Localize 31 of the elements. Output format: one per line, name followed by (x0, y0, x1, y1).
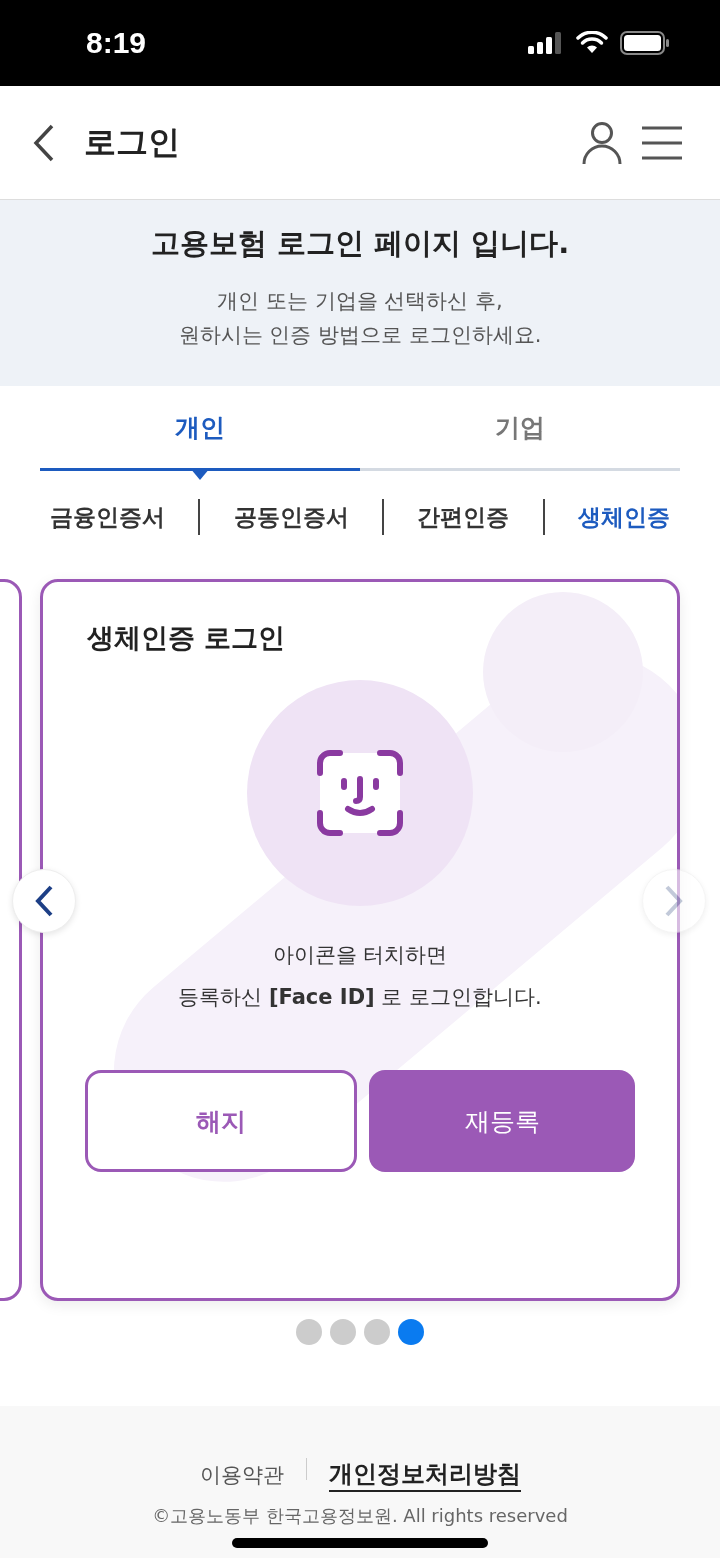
re-register-button[interactable]: 재등록 (369, 1070, 635, 1172)
menu-icon[interactable] (642, 125, 682, 160)
tab-pointer-icon (190, 468, 210, 480)
user-icon[interactable] (582, 120, 622, 165)
footer-link[interactable]: 개인정보처리방침 (328, 1458, 521, 1492)
wifi-icon (576, 31, 608, 55)
chevron-right-icon (664, 885, 684, 917)
sub-tab[interactable]: 간편인증 (407, 501, 520, 533)
page-dot[interactable] (296, 1319, 322, 1345)
chevron-left-icon (34, 885, 54, 917)
page-title: 로그인 (84, 121, 181, 163)
battery-icon (620, 31, 670, 55)
tab[interactable]: 개인 (40, 386, 360, 471)
sub-tab[interactable]: 생체인증 (567, 501, 680, 533)
card-title: 생체인증 로그인 (87, 621, 287, 655)
card-message: 아이콘을 터치하면 등록하신 [Face ID] 로 로그인합니다. (177, 942, 543, 1011)
page-dot[interactable] (398, 1319, 424, 1345)
sub-tab[interactable]: 공동인증서 (223, 501, 359, 533)
back-icon[interactable] (32, 123, 56, 162)
footer-link[interactable]: 이용약관 (199, 1461, 284, 1489)
sub-tab[interactable]: 금융인증서 (40, 501, 175, 533)
intro-title: 고용보험 로그인 페이지 입니다. (149, 225, 571, 262)
status-time: 8:19 (86, 26, 147, 60)
signal-icon (528, 32, 564, 54)
page-dot[interactable] (330, 1319, 356, 1345)
tab[interactable]: 기업 (360, 386, 680, 471)
intro-text: 개인 또는 기업을 선택하신 후, 원하시는 인증 방법으로 로그인하세요. (177, 288, 543, 349)
cancel-button[interactable]: 해지 (85, 1070, 357, 1172)
copyright-text: ©고용노동부 한국고용정보원. All rights reserved (151, 1504, 569, 1528)
previous-button[interactable] (12, 869, 76, 933)
page-dot[interactable] (364, 1319, 390, 1345)
